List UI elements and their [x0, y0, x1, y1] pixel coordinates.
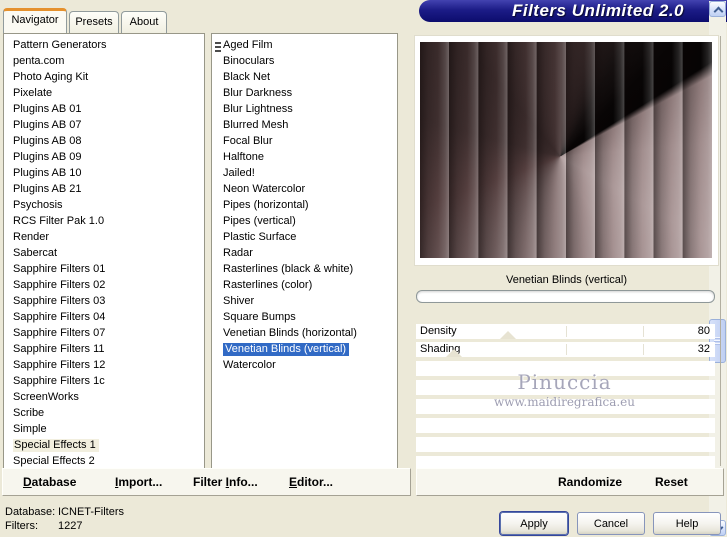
list-item[interactable]: Blurred Mesh [212, 117, 397, 133]
preview-caption: Venetian Blinds (vertical) [505, 274, 628, 286]
list-item[interactable]: Pixelate [4, 85, 204, 101]
list-item[interactable]: Sapphire Filters 03 [4, 293, 204, 309]
list-item[interactable]: Halftone [212, 149, 397, 165]
list-item[interactable]: Neon Watercolor [212, 181, 397, 197]
slider-tick [643, 326, 644, 337]
list-item[interactable]: Pattern Generators [4, 37, 204, 53]
param-row-shading[interactable]: Shading 32 [416, 342, 715, 357]
list-item[interactable]: Rasterlines (color) [212, 277, 397, 293]
progress-bar [416, 290, 715, 303]
watermark-name: Pinuccia [517, 370, 612, 394]
status-label: Filters: [5, 520, 38, 532]
slider-tick [643, 344, 644, 355]
slider-thumb[interactable] [446, 349, 463, 357]
list-item[interactable]: Sapphire Filters 1c [4, 373, 204, 389]
list-item[interactable]: ScreenWorks [4, 389, 204, 405]
param-row-empty [416, 418, 715, 433]
list-item[interactable]: Rasterlines (black & white) [212, 261, 397, 277]
chevron-up-icon [713, 6, 724, 17]
param-row-empty [416, 456, 715, 468]
slider-tick [566, 326, 567, 337]
help-button[interactable]: Help [653, 512, 721, 535]
list-item[interactable]: Venetian Blinds (vertical) [212, 341, 397, 357]
filter-preview-image [420, 42, 712, 258]
status-value: 1227 [58, 520, 83, 532]
param-row-density[interactable]: Density 80 [416, 324, 715, 339]
window-title: Filters Unlimited 2.0 [511, 1, 685, 20]
list-item[interactable]: Psychosis [4, 197, 204, 213]
list-item[interactable]: Binoculars [212, 53, 397, 69]
list-item[interactable]: Sapphire Filters 02 [4, 277, 204, 293]
list-item[interactable]: Special Effects 2 [4, 453, 204, 469]
status-value: ICNET-Filters [58, 506, 124, 518]
list-item[interactable]: Focal Blur [212, 133, 397, 149]
list-item[interactable]: Sapphire Filters 07 [4, 325, 204, 341]
list-item[interactable]: Photo Aging Kit [4, 69, 204, 85]
list-item[interactable]: Pipes (horizontal) [212, 197, 397, 213]
cancel-button[interactable]: Cancel [577, 512, 645, 535]
list-item[interactable]: Sapphire Filters 11 [4, 341, 204, 357]
list-item[interactable]: Sapphire Filters 12 [4, 357, 204, 373]
list-item[interactable]: Sapphire Filters 01 [4, 261, 204, 277]
param-row-empty [416, 437, 715, 452]
tab-presets[interactable]: Presets [69, 11, 119, 33]
title-bar: Filters Unlimited 2.0 [419, 0, 727, 22]
list-item[interactable]: Render [4, 229, 204, 245]
list-item[interactable]: Special Effects 1 [4, 437, 204, 453]
list-item[interactable]: RCS Filter Pak 1.0 [4, 213, 204, 229]
tab-navigator[interactable]: Navigator [3, 8, 67, 33]
slider-thumb[interactable] [500, 331, 517, 339]
list-item[interactable]: Pipes (vertical) [212, 213, 397, 229]
list-item[interactable]: Jailed! [212, 165, 397, 181]
list-item[interactable]: Plastic Surface [212, 229, 397, 245]
filter-list[interactable]: Aged Film Binoculars Black Net Blur Darknes… [211, 33, 398, 470]
param-label: Density [420, 325, 457, 337]
status-database: Database: ICNET-Filters [5, 506, 124, 518]
param-value: 32 [697, 343, 710, 355]
list-item[interactable]: penta.com [4, 53, 204, 69]
reset-button[interactable]: Reset [655, 475, 688, 489]
param-value: 80 [697, 325, 710, 337]
list-item[interactable]: Radar [212, 245, 397, 261]
list-item[interactable]: Blur Lightness [212, 101, 397, 117]
list-item[interactable]: Sapphire Filters 04 [4, 309, 204, 325]
list-item[interactable]: Watercolor [212, 357, 397, 373]
list-item[interactable]: Plugins AB 21 [4, 181, 204, 197]
menu-strip-right: Randomize Reset [416, 468, 724, 496]
status-filters: Filters: 1227 [5, 520, 82, 532]
grip-icon [215, 42, 221, 53]
editor-button[interactable]: Editor... [289, 475, 333, 489]
preview-frame [414, 35, 719, 266]
list-item[interactable]: Plugins AB 07 [4, 117, 204, 133]
randomize-button[interactable]: Randomize [558, 475, 622, 489]
list-item[interactable]: Blur Darkness [212, 85, 397, 101]
list-item[interactable]: Plugins AB 01 [4, 101, 204, 117]
list-item[interactable]: Shiver [212, 293, 397, 309]
menu-strip-left: Database Import... Filter Info... Editor… [2, 468, 411, 496]
list-item[interactable]: Black Net [212, 69, 397, 85]
list-item[interactable]: Plugins AB 08 [4, 133, 204, 149]
import-button[interactable]: Import... [115, 475, 162, 489]
list-item[interactable]: Simple [4, 421, 204, 437]
preview-panel: Venetian Blinds (vertical) Density 80 Sh… [414, 35, 721, 468]
filter-info-button[interactable]: Filter Info... [193, 475, 258, 489]
database-button[interactable]: Database [23, 475, 76, 489]
list-item[interactable]: Plugins AB 10 [4, 165, 204, 181]
watermark-url: www.maidiregrafica.eu [493, 395, 636, 409]
scroll-up-button[interactable] [709, 1, 726, 17]
list-item[interactable]: Scribe [4, 405, 204, 421]
slider-tick [566, 344, 567, 355]
list-item[interactable]: Square Bumps [212, 309, 397, 325]
category-list[interactable]: Pattern Generators penta.com Photo Aging K… [3, 33, 205, 470]
list-item[interactable]: Aged Film [212, 37, 397, 53]
apply-button[interactable]: Apply [500, 512, 568, 535]
list-item[interactable]: Sabercat [4, 245, 204, 261]
status-label: Database: [5, 506, 56, 518]
list-item[interactable]: Venetian Blinds (horizontal) [212, 325, 397, 341]
tab-about[interactable]: About [121, 11, 167, 33]
list-item[interactable]: Plugins AB 09 [4, 149, 204, 165]
